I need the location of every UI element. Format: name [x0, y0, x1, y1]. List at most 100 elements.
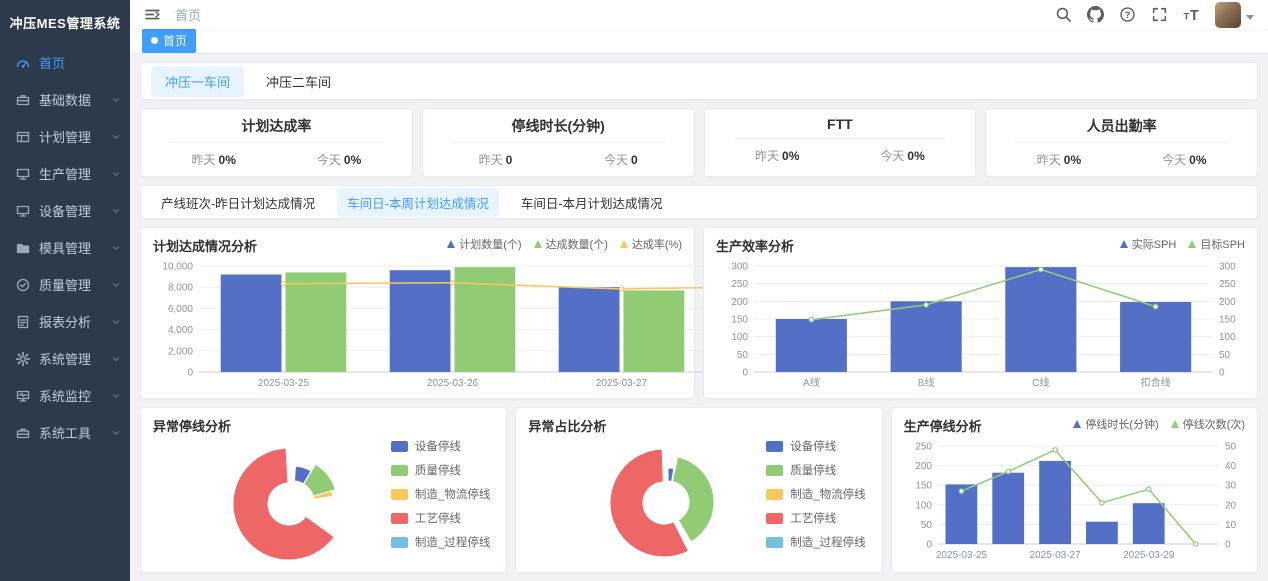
legend-item[interactable]: 制造_物流停线 — [391, 486, 490, 502]
chevron-down-icon — [110, 205, 122, 217]
svg-text:T: T — [1184, 11, 1190, 22]
svg-text:C线: C线 — [1032, 376, 1049, 389]
svg-text:2025-03-25: 2025-03-25 — [935, 550, 987, 561]
tab-period-0[interactable]: 产线班次-昨日计划达成情况 — [151, 188, 325, 217]
sidebar-menu: 首页基础数据计划管理生产管理设备管理模具管理质量管理报表分析系统管理系统监控系统… — [0, 44, 130, 451]
sidebar-collapse-icon[interactable] — [144, 6, 161, 23]
app-root: 冲压MES管理系统 首页基础数据计划管理生产管理设备管理模具管理质量管理报表分析… — [0, 0, 1268, 581]
legend-item[interactable]: 质量停线 — [766, 462, 865, 478]
svg-text:T: T — [1190, 8, 1199, 23]
abnormal-ratio-card: 异常占比分析设备停线质量停线制造_物流停线工艺停线制造_过程停线 — [515, 407, 882, 573]
tab-workshop-1[interactable]: 冲压二车间 — [252, 66, 345, 97]
chart-legend: 实际SPH 目标SPH — [1120, 236, 1245, 252]
tag-home[interactable]: 首页 — [142, 29, 196, 53]
period-tabs: 产线班次-昨日计划达成情况车间日-本周计划达成情况车间日-本月计划达成情况 — [140, 185, 1258, 219]
svg-text:250: 250 — [731, 279, 748, 290]
legend-item[interactable]: 质量停线 — [391, 462, 490, 478]
legend-item[interactable]: 计划数量(个) — [447, 236, 521, 252]
tab-workshop-0[interactable]: 冲压一车间 — [151, 66, 244, 97]
sidebar-item-label: 生产管理 — [39, 164, 110, 183]
tab-period-1[interactable]: 车间日-本周计划达成情况 — [337, 188, 499, 217]
chart-header: 生产停线分析停线时长(分钟)停线次数(次) — [904, 416, 1245, 436]
chevron-down-icon — [110, 168, 122, 180]
sidebar-item-toolbox-10[interactable]: 系统工具 — [0, 414, 130, 451]
sidebar-item-dashboard-0[interactable]: 首页 — [0, 44, 130, 81]
svg-text:150: 150 — [731, 315, 748, 326]
kpi-row: 计划达成率昨天0%今天0%停线时长(分钟)昨天0今天0FTT昨天0%今天0%人员… — [140, 108, 1258, 177]
breadcrumb[interactable]: 首页 — [175, 5, 201, 24]
svg-text:300: 300 — [731, 262, 748, 273]
legend-item[interactable]: 制造_物流停线 — [766, 486, 865, 502]
legend-item[interactable]: 达成率(%) — [620, 236, 682, 252]
sidebar-item-gear-8[interactable]: 系统管理 — [0, 340, 130, 377]
legend-marker — [1188, 240, 1196, 248]
legend-item[interactable]: 实际SPH — [1120, 236, 1177, 252]
monitor-icon — [15, 166, 31, 182]
svg-text:40: 40 — [1225, 461, 1237, 472]
question-icon[interactable]: ? — [1119, 6, 1136, 23]
legend-item[interactable]: 设备停线 — [391, 438, 490, 454]
svg-text:2,000: 2,000 — [168, 346, 193, 357]
sidebar-item-monitor-3[interactable]: 生产管理 — [0, 155, 130, 192]
sidebar-item-badge-6[interactable]: 质量管理 — [0, 266, 130, 303]
chart-title: 异常占比分析 — [528, 416, 606, 435]
kpi-today-label: 今天 — [1162, 153, 1186, 167]
legend-swatch — [391, 465, 408, 476]
kpi-today: 今天0% — [840, 147, 965, 164]
legend-label: 制造_物流停线 — [790, 486, 865, 502]
kpi-yesterday-value: 0% — [782, 149, 799, 163]
chart-header: 生产效率分析 实际SPH 目标SPH — [716, 236, 1245, 256]
sidebar-item-label: 首页 — [39, 53, 122, 72]
sidebar-item-folder-5[interactable]: 模具管理 — [0, 229, 130, 266]
legend-label: 工艺停线 — [790, 510, 836, 526]
svg-text:4,000: 4,000 — [168, 325, 193, 336]
chevron-down-icon — [110, 316, 122, 328]
kpi-yesterday-value: 0 — [506, 153, 513, 167]
legend-label: 设备停线 — [790, 438, 836, 454]
github-icon[interactable] — [1087, 6, 1104, 23]
sidebar-item-monitor-4[interactable]: 设备管理 — [0, 192, 130, 229]
search-icon[interactable] — [1055, 6, 1072, 23]
kpi-yesterday-label: 昨天 — [192, 153, 216, 167]
legend-item[interactable]: 达成数量(个) — [534, 236, 608, 252]
legend-item[interactable]: 工艺停线 — [391, 510, 490, 526]
legend-label: 达成率(%) — [632, 236, 682, 252]
kpi-yesterday-value: 0% — [1064, 153, 1081, 167]
legend-swatch — [766, 465, 783, 476]
chart-title: 生产效率分析 — [716, 236, 794, 255]
kpi-yesterday: 昨天0% — [996, 151, 1121, 168]
legend-item[interactable]: 目标SPH — [1188, 236, 1245, 252]
legend-item[interactable]: 工艺停线 — [766, 510, 865, 526]
svg-text:0: 0 — [1225, 540, 1231, 551]
legend-item[interactable]: 制造_过程停线 — [766, 534, 865, 550]
svg-text:50: 50 — [1225, 442, 1237, 453]
legend-item[interactable]: 制造_过程停线 — [391, 534, 490, 550]
user-menu[interactable] — [1215, 2, 1254, 28]
production-efficiency-card: 生产效率分析实际SPH目标SPH050100150200250300050100… — [703, 227, 1258, 399]
kpi-yesterday-label: 昨天 — [755, 149, 779, 163]
legend-item[interactable]: 停线次数(次) — [1171, 416, 1245, 432]
sidebar-item-monitor-pulse-9[interactable]: 系统监控 — [0, 377, 130, 414]
sidebar-item-table-2[interactable]: 计划管理 — [0, 118, 130, 155]
kpi-values: 昨天0%今天0% — [151, 143, 402, 168]
legend-swatch — [391, 441, 408, 452]
sidebar-item-report-7[interactable]: 报表分析 — [0, 303, 130, 340]
svg-text:50: 50 — [921, 520, 933, 531]
kpi-yesterday: 昨天0% — [151, 151, 276, 168]
legend-item[interactable]: 停线时长(分钟) — [1073, 416, 1158, 432]
report-icon — [15, 314, 31, 330]
navbar-actions: ? TT — [1055, 2, 1254, 28]
kpi-yesterday-value: 0% — [219, 153, 236, 167]
sidebar-item-briefcase-1[interactable]: 基础数据 — [0, 81, 130, 118]
charts-row-2: 异常停线分析设备停线质量停线制造_物流停线工艺停线制造_过程停线异常占比分析设备… — [140, 407, 1258, 573]
chart-title: 计划达成情况分析 — [153, 236, 257, 255]
legend-swatch — [766, 489, 783, 500]
fullscreen-icon[interactable] — [1151, 6, 1168, 23]
tab-period-2[interactable]: 车间日-本月计划达成情况 — [511, 188, 673, 217]
font-size-icon[interactable]: TT — [1183, 6, 1200, 23]
chart-header: 异常占比分析 — [528, 416, 869, 436]
kpi-yesterday: 昨天0 — [433, 151, 558, 168]
legend-item[interactable]: 设备停线 — [766, 438, 865, 454]
legend-label: 实际SPH — [1132, 236, 1177, 252]
pie-legend: 设备停线质量停线制造_物流停线工艺停线制造_过程停线 — [766, 438, 865, 550]
